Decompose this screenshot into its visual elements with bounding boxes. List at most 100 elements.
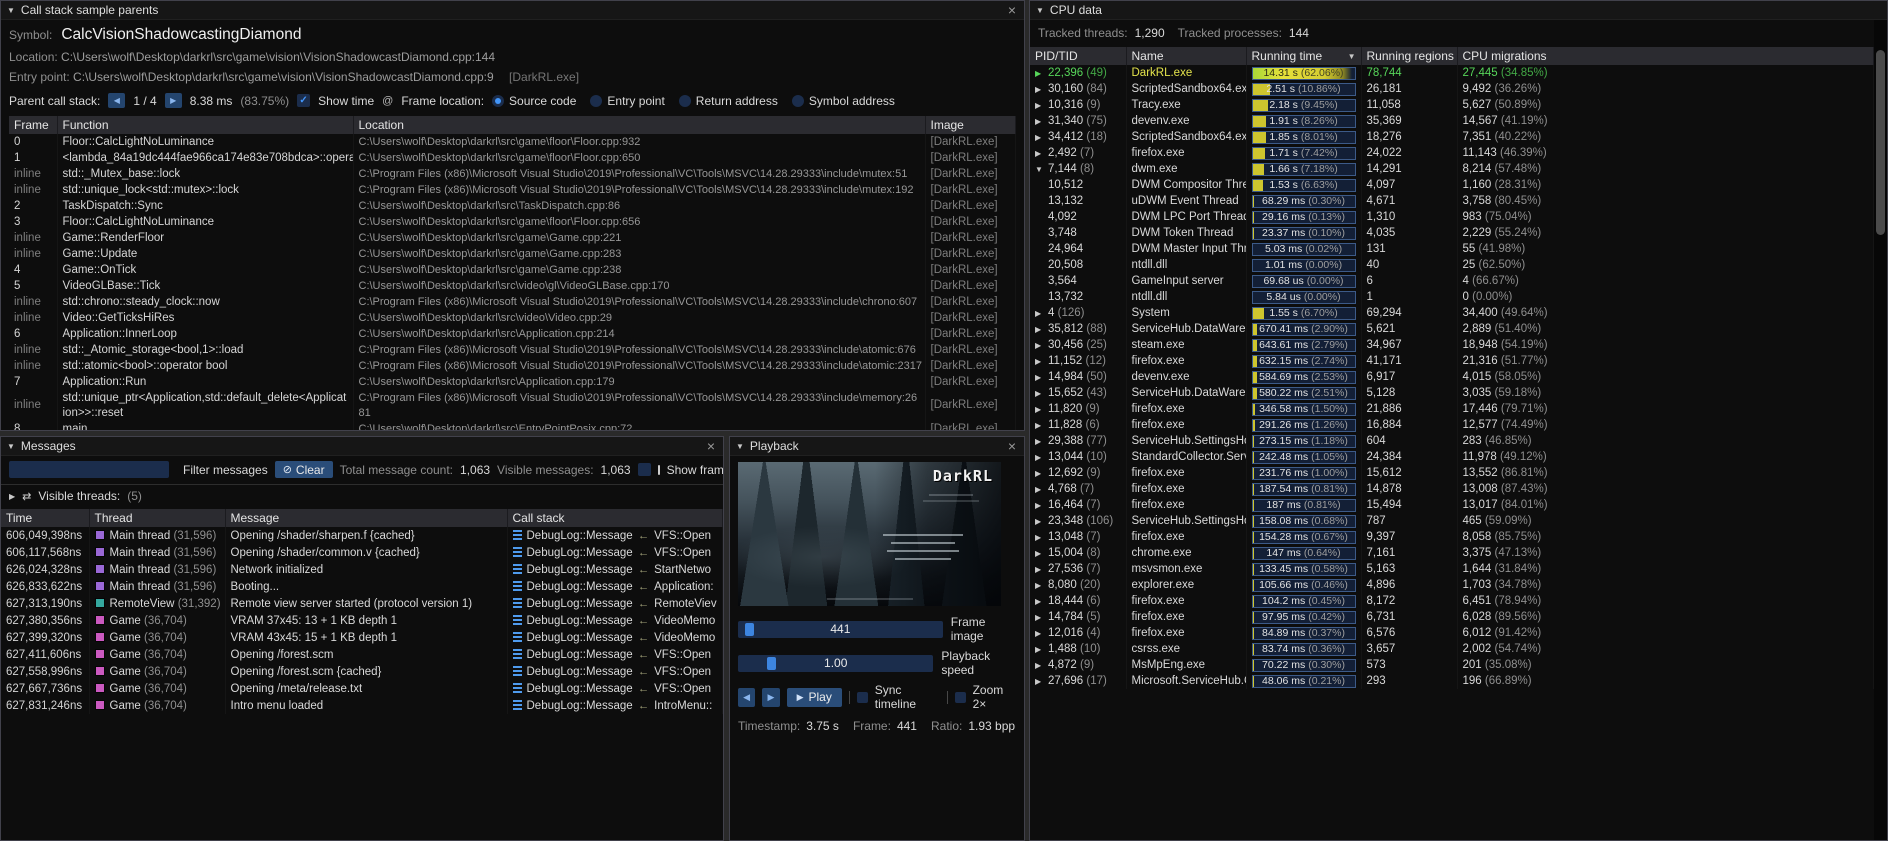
expand-arrow-icon[interactable]: ▶ [1035, 581, 1048, 590]
cpu-row[interactable]: ▶27,536 (7) msvsmon.exe 133.45 ms(0.58%)… [1030, 561, 1874, 577]
message-row[interactable]: 627,411,606ns Game (36,704) Opening /for… [1, 646, 723, 663]
next-frame-button[interactable]: ▶ [762, 688, 779, 707]
cpu-row[interactable]: ▶30,160 (84) ScriptedSandbox64.exe 2.51 … [1030, 81, 1874, 97]
cpu-row[interactable]: ▶12,692 (9) firefox.exe 231.76 ms(1.00%)… [1030, 465, 1874, 481]
col-location[interactable]: Location [353, 116, 925, 134]
callstack-icon[interactable] [513, 683, 522, 693]
callstack-row[interactable]: inline std::_Atomic_storage<bool,1>::loa… [9, 342, 1016, 358]
prev-callstack-button[interactable]: ◀ [108, 93, 125, 108]
window-titlebar[interactable]: ▼ CPU data [1030, 1, 1887, 20]
collapse-arrow-icon[interactable]: ▼ [736, 442, 744, 451]
expand-arrow-icon[interactable]: ▶ [1035, 373, 1048, 382]
callstack-row[interactable]: inline Game::Update C:\Users\wolf\Deskto… [9, 246, 1016, 262]
callstack-icon[interactable] [513, 547, 522, 557]
expand-arrow-icon[interactable]: ▶ [1035, 533, 1048, 542]
col-cpu-migrations[interactable]: CPU migrations [1457, 47, 1874, 65]
col-running-regions[interactable]: Running regions [1361, 47, 1457, 65]
expand-arrow-icon[interactable]: ▶ [1035, 517, 1048, 526]
prev-frame-button[interactable]: ◀ [738, 688, 755, 707]
message-row[interactable]: 627,380,356ns Game (36,704) VRAM 37x45: … [1, 612, 723, 629]
close-icon[interactable]: × [705, 439, 717, 453]
cpu-row[interactable]: 20,508 ntdll.dll 1.01 ms(0.00%) 40 25 (6… [1030, 257, 1874, 273]
expand-arrow-icon[interactable]: ▶ [1035, 421, 1048, 430]
expand-arrow-icon[interactable]: ▶ [1035, 117, 1048, 126]
cpu-row[interactable]: ▶1,488 (10) csrss.exe 83.74 ms(0.36%) 3,… [1030, 641, 1874, 657]
callstack-row[interactable]: inline std::unique_ptr<Application,std::… [9, 390, 1016, 421]
cpu-row[interactable]: ▶11,828 (6) firefox.exe 291.26 ms(1.26%)… [1030, 417, 1874, 433]
cpu-row[interactable]: ▶4,768 (7) firefox.exe 187.54 ms(0.81%) … [1030, 481, 1874, 497]
cpu-row[interactable]: ▶31,340 (75) devenv.exe 1.91 s(8.26%) 35… [1030, 113, 1874, 129]
expand-arrow-icon[interactable]: ▶ [1035, 485, 1048, 494]
callstack-row[interactable]: 2 TaskDispatch::Sync C:\Users\wolf\Deskt… [9, 198, 1016, 214]
callstack-row[interactable]: inline Game::RenderFloor C:\Users\wolf\D… [9, 230, 1016, 246]
callstack-icon[interactable] [513, 666, 522, 676]
message-row[interactable]: 626,833,622ns Main thread (31,596) Booti… [1, 578, 723, 595]
window-titlebar[interactable]: ▼ Playback × [730, 437, 1024, 456]
frame-location-radio[interactable]: Return address [679, 94, 778, 108]
cpu-row[interactable]: ▶10,316 (9) Tracy.exe 2.18 s(9.45%) 11,0… [1030, 97, 1874, 113]
callstack-row[interactable]: 8 main C:\Users\wolf\Desktop\darkrl\src\… [9, 421, 1016, 430]
cpu-row[interactable]: ▶4 (126) System 1.55 s(6.70%) 69,294 34,… [1030, 305, 1874, 321]
expand-arrow-icon[interactable]: ▶ [1035, 357, 1048, 366]
expand-arrow-icon[interactable]: ▶ [1035, 661, 1048, 670]
col-time[interactable]: Time [1, 509, 89, 527]
frame-location-radio[interactable]: Symbol address [792, 94, 895, 108]
cpu-row[interactable]: ▶15,004 (8) chrome.exe 147 ms(0.64%) 7,1… [1030, 545, 1874, 561]
col-running-time[interactable]: ▼Running time [1246, 47, 1361, 65]
window-titlebar[interactable]: ▼ Messages × [1, 437, 723, 456]
expand-arrow-icon[interactable]: ▶ [1035, 549, 1048, 558]
cpu-row[interactable]: ▶14,784 (5) firefox.exe 97.95 ms(0.42%) … [1030, 609, 1874, 625]
callstack-row[interactable]: inline Video::GetTicksHiRes C:\Users\wol… [9, 310, 1016, 326]
col-callstack[interactable]: Call stack [507, 509, 723, 527]
expand-arrow-icon[interactable]: ▶ [1035, 565, 1048, 574]
expand-arrow-icon[interactable]: ▼ [1035, 165, 1048, 174]
next-callstack-button[interactable]: ▶ [165, 93, 182, 108]
frame-location-radio[interactable]: Source code [492, 94, 576, 108]
callstack-row[interactable]: inline std::chrono::steady_clock::now C:… [9, 294, 1016, 310]
callstack-icon[interactable] [513, 530, 522, 540]
cpu-row[interactable]: ▶30,456 (25) steam.exe 643.61 ms(2.79%) … [1030, 337, 1874, 353]
cpu-row[interactable]: ▶11,152 (12) firefox.exe 632.15 ms(2.74%… [1030, 353, 1874, 369]
expand-arrow-icon[interactable]: ▶ [1035, 149, 1048, 158]
col-frame[interactable]: Frame [9, 116, 57, 134]
close-icon[interactable]: × [1006, 439, 1018, 453]
expand-arrow-icon[interactable]: ▶ [1035, 645, 1048, 654]
cpu-row[interactable]: 3,748 DWM Token Thread 23.37 ms(0.10%) 4… [1030, 225, 1874, 241]
cpu-row[interactable]: ▼7,144 (8) dwm.exe 1.66 s(7.18%) 14,291 … [1030, 161, 1874, 177]
expand-arrow-icon[interactable]: ▶ [1035, 341, 1048, 350]
callstack-icon[interactable] [513, 598, 522, 608]
cpu-row[interactable]: ▶34,412 (18) ScriptedSandbox64.exe 1.85 … [1030, 129, 1874, 145]
message-row[interactable]: 626,024,328ns Main thread (31,596) Netwo… [1, 561, 723, 578]
callstack-icon[interactable] [513, 581, 522, 591]
expand-arrow-icon[interactable]: ▶ [1035, 629, 1048, 638]
vertical-scrollbar[interactable] [1874, 20, 1887, 840]
cpu-row[interactable]: 13,732 ntdll.dll 5.84 us(0.00%) 1 0 (0.0… [1030, 289, 1874, 305]
callstack-icon[interactable] [513, 564, 522, 574]
cpu-row[interactable]: ▶16,464 (7) firefox.exe 187 ms(0.81%) 15… [1030, 497, 1874, 513]
expand-arrow-icon[interactable]: ▶ [1035, 325, 1048, 334]
expand-arrow-icon[interactable]: ▶ [1035, 469, 1048, 478]
col-function[interactable]: Function [57, 116, 353, 134]
play-button[interactable]: ▶ Play [787, 688, 842, 707]
callstack-icon[interactable] [513, 700, 522, 710]
callstack-row[interactable]: inline std::_Mutex_base::lock C:\Program… [9, 166, 1016, 182]
scrollbar-thumb[interactable] [1876, 50, 1885, 235]
expand-arrow-icon[interactable]: ▶ [1035, 133, 1048, 142]
message-row[interactable]: 627,558,996ns Game (36,704) Opening /for… [1, 663, 723, 680]
tree-arrow-icon[interactable]: ▶ [9, 492, 15, 501]
expand-arrow-icon[interactable]: ▶ [1035, 85, 1048, 94]
show-frame-checkbox[interactable] [638, 463, 651, 476]
clear-button[interactable]: ⊘ Clear [275, 461, 333, 478]
message-row[interactable]: 606,117,568ns Main thread (31,596) Openi… [1, 544, 723, 561]
sync-timeline-checkbox[interactable] [857, 692, 868, 703]
col-name[interactable]: Name [1126, 47, 1246, 65]
window-titlebar[interactable]: ▼ Call stack sample parents × [1, 1, 1024, 20]
callstack-row[interactable]: inline std::atomic<bool>::operator bool … [9, 358, 1016, 374]
cpu-row[interactable]: ▶35,812 (88) ServiceHub.DataWarehou 670.… [1030, 321, 1874, 337]
message-row[interactable]: 627,667,736ns Game (36,704) Opening /met… [1, 680, 723, 697]
callstack-row[interactable]: 6 Application::InnerLoop C:\Users\wolf\D… [9, 326, 1016, 342]
cpu-row[interactable]: ▶13,044 (10) StandardCollector.Servic 24… [1030, 449, 1874, 465]
callstack-row[interactable]: 4 Game::OnTick C:\Users\wolf\Desktop\dar… [9, 262, 1016, 278]
expand-arrow-icon[interactable]: ▶ [1035, 389, 1048, 398]
cpu-row[interactable]: 24,964 DWM Master Input Thread 5.03 ms(0… [1030, 241, 1874, 257]
